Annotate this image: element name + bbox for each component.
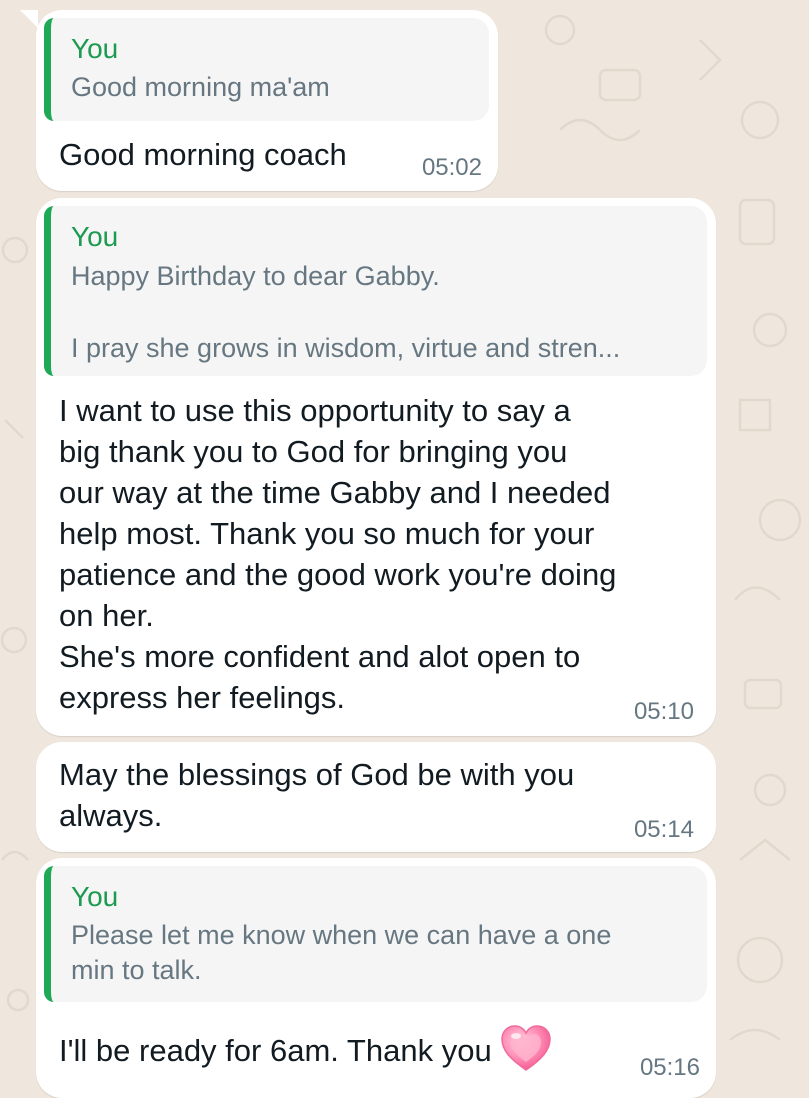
quoted-reply-author: You — [71, 881, 119, 912]
growing-heart-emoji-icon — [500, 1025, 551, 1071]
quoted-reply-text: Good morning ma'am — [71, 72, 330, 102]
message-bubble[interactable]: You Happy Birthday to dear Gabby. I pray… — [36, 198, 716, 736]
message-timestamp: 05:10 — [633, 698, 694, 725]
bubble-tail — [20, 10, 38, 28]
quoted-reply[interactable]: You Good morning ma'am — [44, 18, 489, 121]
quoted-reply[interactable]: You Please let me know when we can have … — [44, 866, 707, 1002]
quoted-reply-author: You — [71, 33, 119, 64]
message-bubble[interactable]: You Please let me know when we can have … — [36, 858, 716, 1098]
message-text: May the blessings of God be with you alw… — [59, 757, 575, 833]
message-timestamp: 05:02 — [421, 154, 482, 181]
message-bubble[interactable]: You Good morning ma'am Good morning coac… — [20, 10, 498, 191]
message-text: I'll be ready for 6am. Thank you — [59, 1033, 492, 1068]
message-bubble[interactable]: May the blessings of God be with you alw… — [36, 742, 716, 852]
quoted-reply-author: You — [71, 221, 119, 252]
message-text-row: I'll be ready for 6am. Thank you — [59, 1023, 552, 1073]
quoted-reply-text: Please let me know when we can have a on… — [71, 920, 612, 985]
quoted-reply[interactable]: You Happy Birthday to dear Gabby. I pray… — [44, 206, 707, 376]
message-timestamp: 05:16 — [639, 1054, 700, 1081]
quoted-reply-text: Happy Birthday to dear Gabby. I pray she… — [71, 261, 621, 363]
message-text: Good morning coach — [59, 137, 347, 172]
message-timestamp: 05:14 — [633, 816, 694, 843]
message-text: I want to use this opportunity to say a … — [59, 393, 617, 715]
